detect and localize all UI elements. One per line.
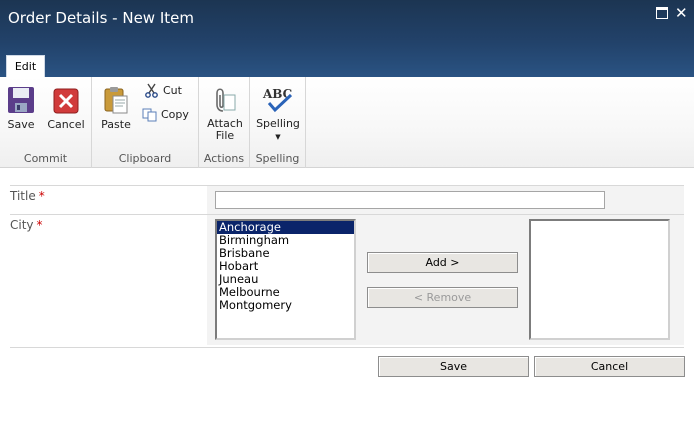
save-icon (7, 85, 35, 115)
available-cities-listbox[interactable]: Anchorage Birmingham Brisbane Hobart Juneau M… (215, 219, 356, 340)
cut-label: Cut (163, 84, 182, 97)
scissors-icon (144, 83, 159, 98)
cancel-ribbon-label: Cancel (47, 118, 85, 131)
paste-button[interactable]: Paste (100, 85, 132, 131)
title-label: Title * (10, 189, 45, 203)
tab-edit[interactable]: Edit (6, 55, 45, 77)
required-marker: * (36, 218, 43, 232)
paste-icon (102, 85, 130, 115)
cancel-icon (52, 85, 80, 115)
window-title: Order Details - New Item (8, 9, 194, 27)
attach-file-label-2: File (215, 129, 235, 142)
spelling-group: ABC Spelling ▼ Spelling (250, 77, 306, 168)
copy-icon (142, 107, 157, 122)
save-ribbon-label: Save (7, 118, 35, 131)
spelling-group-label: Spelling (255, 152, 300, 165)
title-bar: Order Details - New Item ✕ Edit (0, 0, 694, 77)
selected-cities-listbox[interactable] (529, 219, 670, 340)
spelling-button[interactable]: ABC Spelling ▼ (254, 85, 302, 143)
maximize-icon[interactable] (656, 7, 668, 19)
actions-group-label: Actions (203, 152, 245, 165)
divider (10, 347, 684, 348)
paperclip-icon (211, 85, 239, 115)
form-area: Title * City * Anchorage Birmingham Brisbane… (0, 168, 694, 431)
attach-file-button[interactable]: Attach File (203, 85, 247, 142)
required-marker: * (38, 189, 45, 203)
commit-group: Save Cancel Commit (0, 77, 92, 168)
city-option[interactable]: Montgomery (217, 299, 354, 312)
cancel-button[interactable]: Cancel (534, 356, 685, 377)
copy-label: Copy (161, 108, 189, 121)
commit-group-label: Commit (23, 152, 68, 165)
clipboard-group-label: Clipboard (118, 152, 172, 165)
remove-button[interactable]: < Remove (367, 287, 518, 308)
actions-group: Attach File Actions (199, 77, 250, 168)
cancel-ribbon-button[interactable]: Cancel (46, 85, 86, 131)
paste-label: Paste (101, 118, 131, 131)
title-input[interactable] (215, 191, 605, 209)
cut-button[interactable]: Cut (144, 83, 182, 98)
spelling-label: Spelling (256, 117, 300, 130)
title-label-text: Title (10, 189, 36, 203)
city-label: City * (10, 218, 43, 232)
save-ribbon-button[interactable]: Save (4, 85, 38, 131)
city-label-text: City (10, 218, 34, 232)
close-icon[interactable]: ✕ (675, 6, 688, 21)
ribbon: Save Cancel Commit Paste Cut Copy Clipbo… (0, 77, 694, 168)
copy-button[interactable]: Copy (142, 107, 189, 122)
save-button[interactable]: Save (378, 356, 529, 377)
clipboard-group: Paste Cut Copy Clipboard (92, 77, 199, 168)
dropdown-arrow-icon: ▼ (275, 133, 281, 141)
spelling-check-icon: ABC (261, 85, 295, 115)
add-button[interactable]: Add > (367, 252, 518, 273)
